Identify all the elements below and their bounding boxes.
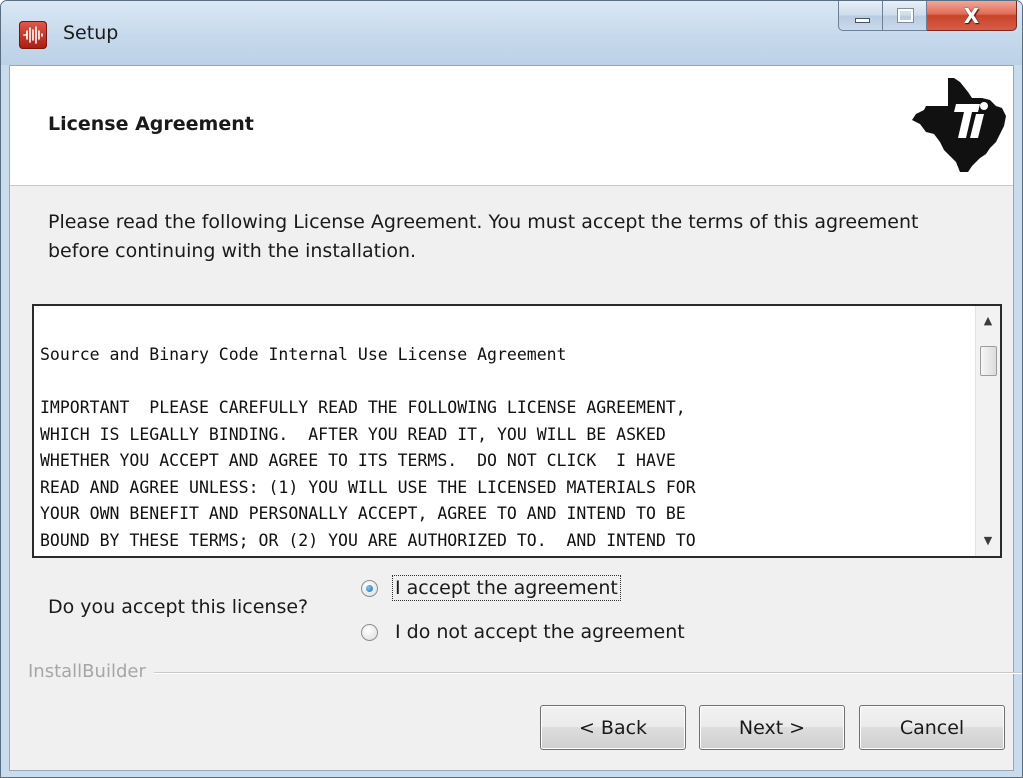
decline-radio[interactable] — [361, 623, 378, 641]
page-title: License Agreement — [48, 113, 254, 135]
minimize-button[interactable] — [838, 1, 883, 31]
license-text-area[interactable]: Source and Binary Code Internal Use Lice… — [32, 304, 1002, 558]
intro-text: Please read the following License Agreem… — [48, 211, 919, 262]
close-button[interactable]: X — [927, 1, 1017, 31]
license-text: Source and Binary Code Internal Use Lice… — [40, 342, 975, 554]
license-line: READ AND AGREE UNLESS: (1) YOU WILL USE … — [40, 477, 696, 497]
maximize-button[interactable] — [883, 1, 927, 31]
license-line: BOUND BY THESE TERMS; OR (2) YOU ARE AUT… — [40, 530, 696, 550]
scroll-down-arrow-icon[interactable]: ▼ — [976, 530, 1000, 552]
decline-option[interactable]: I do not accept the agreement — [361, 620, 687, 644]
footer-divider — [28, 672, 1022, 674]
caption-buttons: X — [838, 1, 1017, 33]
title-bar[interactable]: Setup X — [1, 1, 1022, 65]
app-icon[interactable] — [19, 21, 47, 49]
next-button[interactable]: Next > — [699, 705, 845, 750]
minimize-icon — [855, 18, 870, 23]
back-button[interactable]: < Back — [540, 705, 686, 750]
scroll-thumb[interactable] — [980, 346, 997, 376]
texas-instruments-logo — [912, 78, 1006, 172]
cancel-button[interactable]: Cancel — [859, 705, 1005, 750]
installbuilder-brand: InstallBuilder — [28, 661, 154, 682]
setup-window: Setup X License Agreement Please read th… — [0, 0, 1023, 778]
license-line: WHICH IS LEGALLY BINDING. AFTER YOU READ… — [40, 424, 666, 444]
maximize-icon — [897, 8, 914, 23]
decline-option-label[interactable]: I do not accept the agreement — [393, 620, 687, 644]
window-title: Setup — [63, 22, 119, 44]
scroll-up-arrow-icon[interactable]: ▲ — [976, 310, 1000, 332]
license-scrollbar[interactable]: ▲ ▼ — [975, 306, 1000, 556]
accept-question-label: Do you accept this license? — [48, 596, 309, 618]
dialog-client-area: License Agreement Please read the follow… — [9, 65, 1022, 771]
license-line: YOUR OWN BENEFIT AND PERSONALLY ACCEPT, … — [40, 504, 686, 523]
license-line: IMPORTANT PLEASE CAREFULLY READ THE FOLL… — [40, 398, 686, 417]
accept-radio[interactable] — [361, 579, 378, 597]
accept-option-label[interactable]: I accept the agreement — [392, 575, 621, 601]
license-line: WHETHER YOU ACCEPT AND AGREE TO ITS TERM… — [40, 451, 676, 470]
close-icon: X — [963, 4, 980, 28]
license-heading: Source and Binary Code Internal Use Lice… — [40, 345, 567, 364]
page-header: License Agreement — [10, 66, 1013, 186]
accept-option[interactable]: I accept the agreement — [361, 575, 621, 601]
